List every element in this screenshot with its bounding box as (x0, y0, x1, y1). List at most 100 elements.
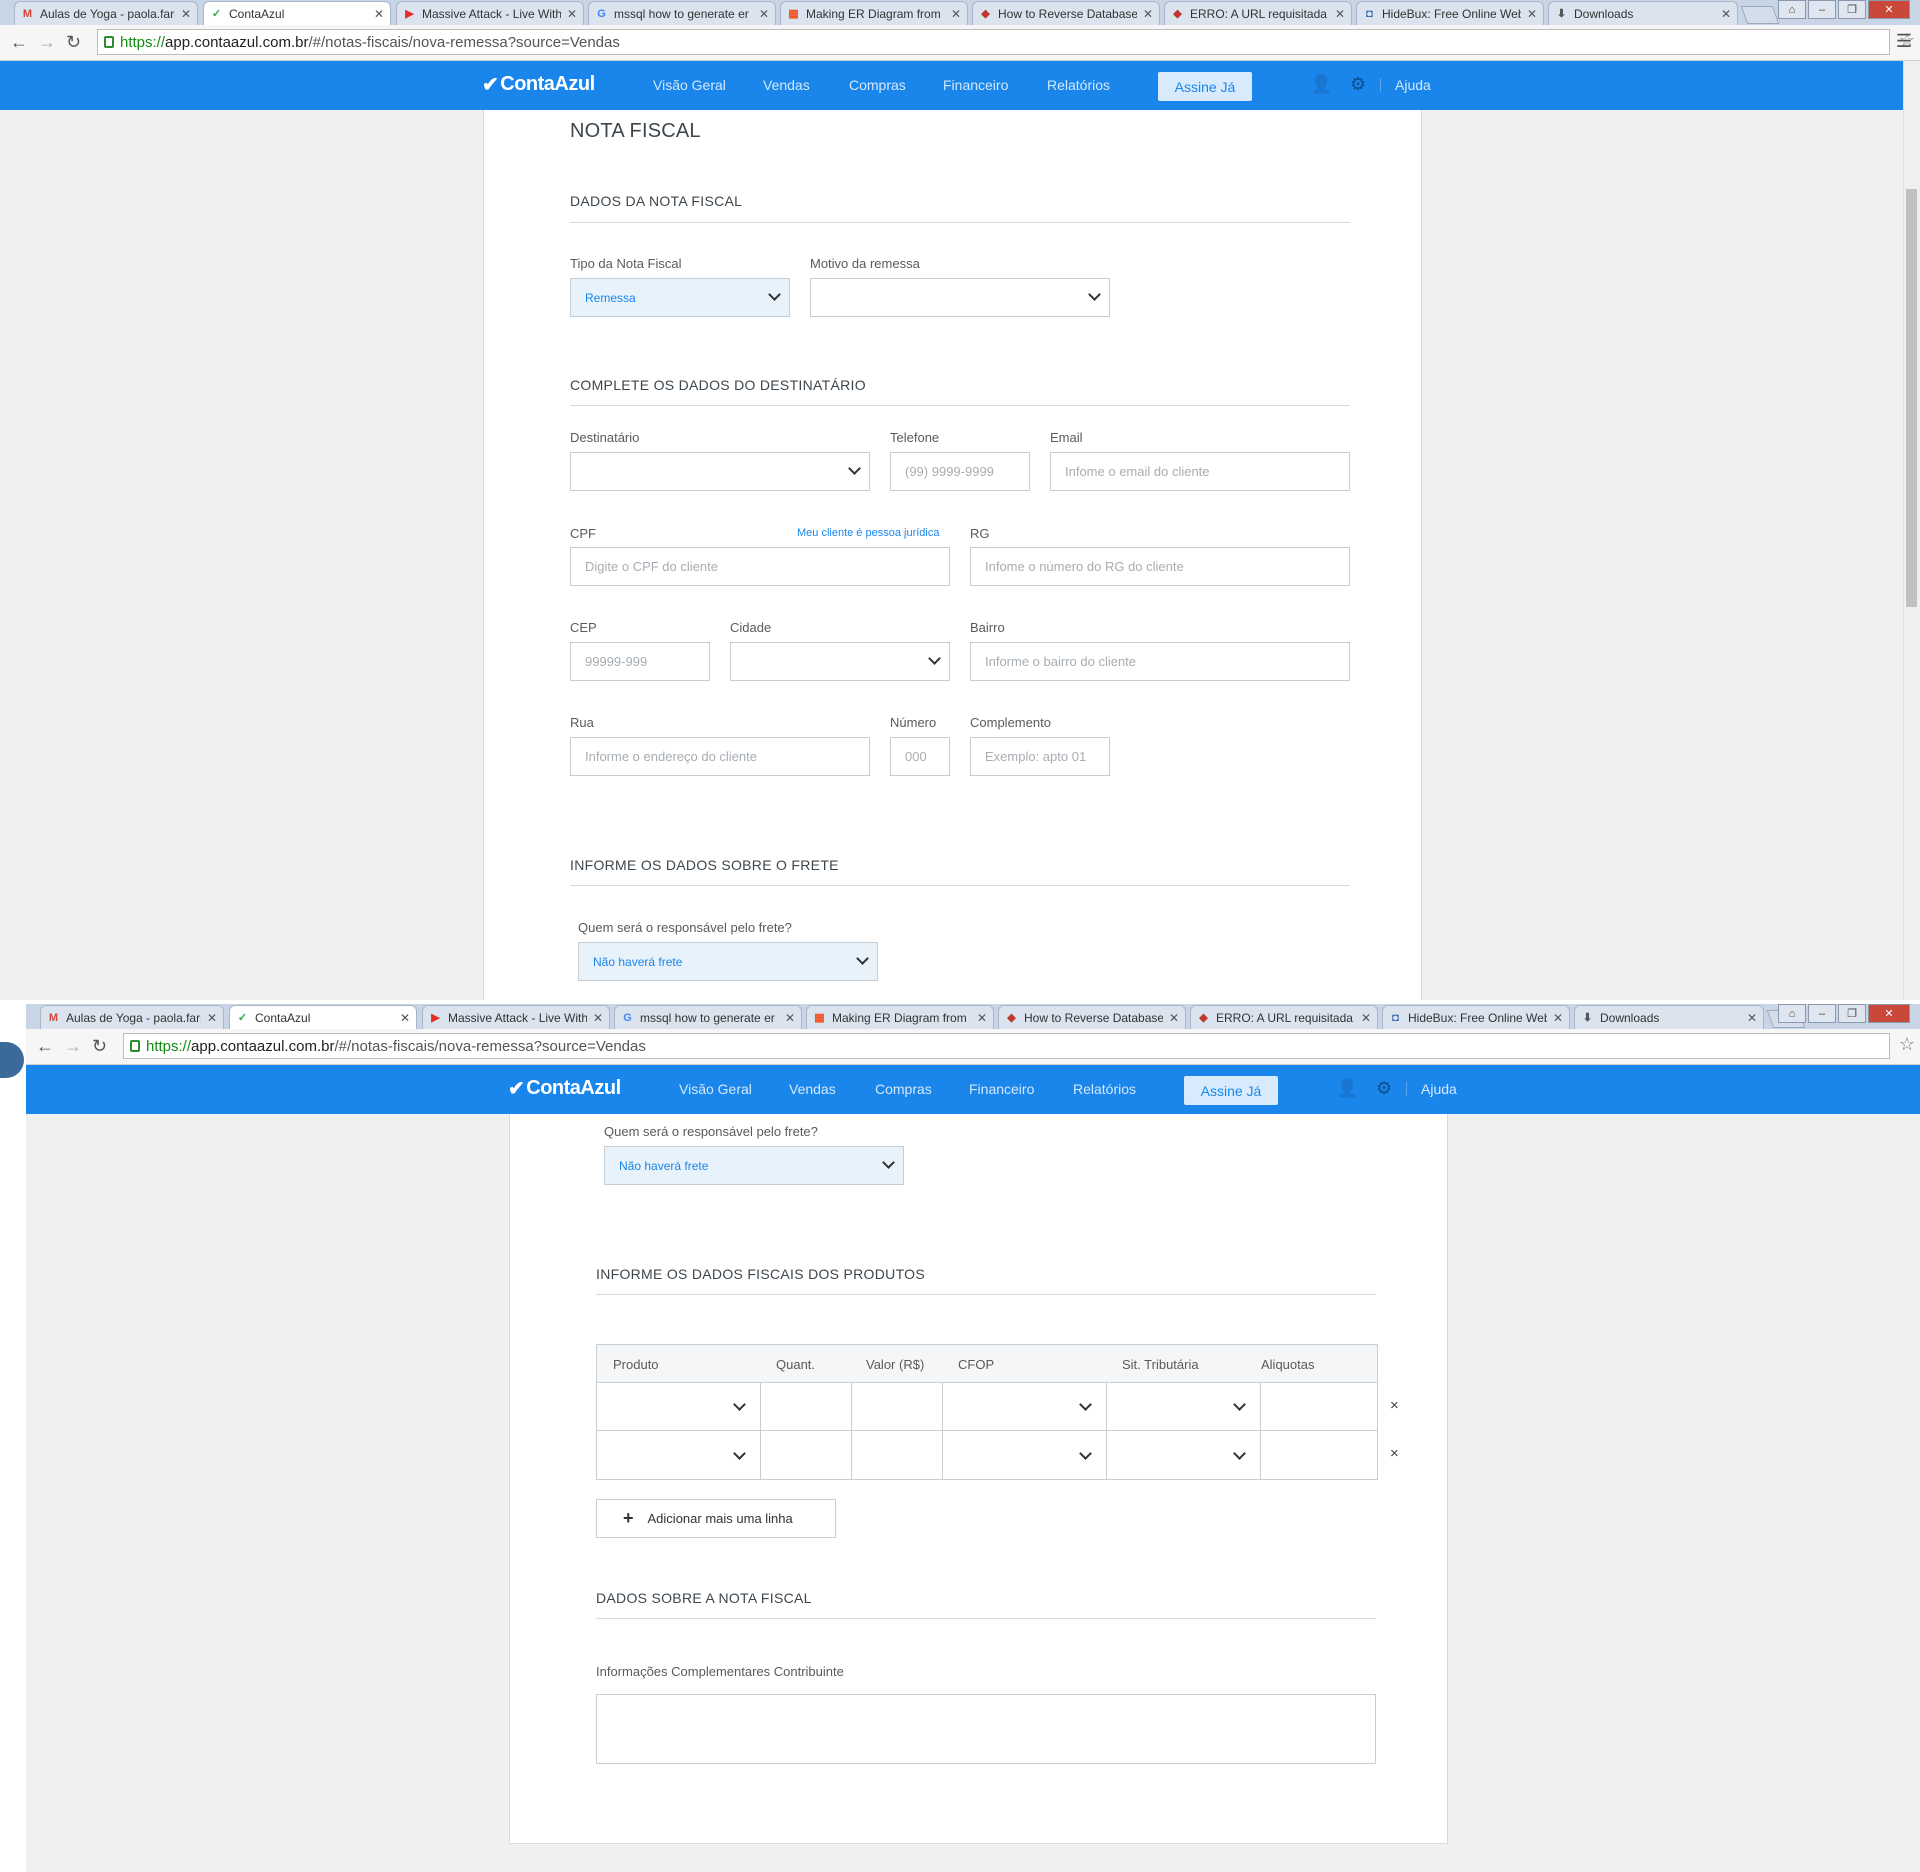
browser-tab[interactable]: ◆ ERRO: A URL requisitada ✕ (1164, 1, 1352, 25)
browser-tab[interactable]: ◘ HideBux: Free Online Web ✕ (1382, 1005, 1570, 1029)
browser-tab[interactable]: ◆ ERRO: A URL requisitada ✕ (1190, 1005, 1378, 1029)
cpf-input[interactable]: Digite o CPF do cliente (570, 547, 950, 586)
back-icon[interactable]: ← (10, 32, 28, 53)
quantidade-input[interactable] (761, 1431, 852, 1479)
aliquotas-input[interactable] (1261, 1431, 1377, 1479)
browser-tab[interactable]: ▶ Massive Attack - Live With ✕ (396, 1, 584, 25)
close-icon[interactable]: ✕ (785, 1011, 795, 1025)
user-icon[interactable]: 👤 (1310, 74, 1332, 95)
browser-tab[interactable]: Gmssql how to generate er ✕ (588, 1, 776, 25)
close-icon[interactable]: ✕ (181, 7, 191, 21)
reload-icon[interactable]: ↻ (92, 1036, 107, 1057)
produto-select[interactable] (597, 1382, 761, 1431)
aliquotas-input[interactable] (1261, 1382, 1377, 1431)
browser-tab[interactable]: ▦ Making ER Diagram from ✕ (806, 1005, 994, 1029)
complemento-input[interactable]: Exemplo: apto 01 (970, 737, 1110, 776)
close-icon[interactable]: ✕ (567, 7, 577, 21)
nav-visao-geral[interactable]: Visão Geral (653, 77, 726, 93)
url-input[interactable]: https://app.contaazul.com.br/#/notas-fis… (123, 1033, 1915, 1059)
bairro-input[interactable]: Informe o bairro do cliente (970, 642, 1350, 681)
nav-compras[interactable]: Compras (849, 77, 906, 93)
close-icon[interactable]: ✕ (400, 1011, 410, 1025)
valor-input[interactable] (852, 1431, 943, 1479)
back-icon[interactable]: ← (36, 1036, 54, 1057)
close-window-button[interactable]: ✕ (1868, 1004, 1910, 1023)
remove-row-icon[interactable]: × (1390, 1397, 1399, 1414)
close-icon[interactable]: ✕ (1527, 7, 1537, 21)
cfop-select[interactable] (943, 1382, 1107, 1431)
gear-icon[interactable]: ⚙ (1376, 1078, 1392, 1099)
nav-vendas[interactable]: Vendas (763, 77, 810, 93)
scrollbar[interactable] (1903, 61, 1920, 1000)
browser-tab[interactable]: Gmssql how to generate er ✕ (614, 1005, 802, 1029)
browser-tab[interactable]: ◘ HideBux: Free Online Web ✕ (1356, 1, 1544, 25)
close-icon[interactable]: ✕ (1721, 7, 1731, 21)
rua-input[interactable]: Informe o endereço do cliente (570, 737, 870, 776)
nav-financeiro[interactable]: Financeiro (943, 77, 1008, 93)
nav-visao-geral[interactable]: Visão Geral (679, 1081, 752, 1097)
user-icon[interactable]: ⌂ (1778, 0, 1806, 19)
browser-tab[interactable]: ⬇ Downloads ✕ (1548, 1, 1738, 25)
nav-vendas[interactable]: Vendas (789, 1081, 836, 1097)
destinatario-select[interactable] (570, 452, 870, 491)
numero-input[interactable]: 000 (890, 737, 950, 776)
url-input[interactable]: https://app.contaazul.com.br/#/notas-fis… (97, 29, 1915, 55)
info-complementares-textarea[interactable] (596, 1694, 1376, 1764)
motivo-remessa-select[interactable] (810, 278, 1110, 317)
assine-button[interactable]: Assine Já (1184, 1076, 1278, 1105)
help-link[interactable]: Ajuda (1395, 77, 1431, 93)
rg-input[interactable]: Infome o número do RG do cliente (970, 547, 1350, 586)
add-line-button[interactable]: + Adicionar mais uma linha (596, 1499, 836, 1538)
nav-compras[interactable]: Compras (875, 1081, 932, 1097)
side-widget[interactable] (0, 1042, 24, 1078)
close-window-button[interactable]: ✕ (1868, 0, 1910, 19)
close-icon[interactable]: ✕ (1335, 7, 1345, 21)
browser-tab[interactable]: ▶ Massive Attack - Live With ✕ (422, 1005, 610, 1029)
browser-tab[interactable]: M Aulas de Yoga - paola.fari ✕ (40, 1005, 224, 1029)
user-icon[interactable]: 👤 (1336, 1078, 1358, 1099)
produto-select[interactable] (597, 1431, 761, 1479)
new-tab-button[interactable] (1740, 6, 1780, 24)
valor-input[interactable] (852, 1382, 943, 1431)
cidade-select[interactable] (730, 642, 950, 681)
forward-icon[interactable]: → (38, 32, 56, 53)
cep-input[interactable]: 99999-999 (570, 642, 710, 681)
close-icon[interactable]: ✕ (951, 7, 961, 21)
close-icon[interactable]: ✕ (1143, 7, 1153, 21)
logo[interactable]: ✔ ContaAzul (508, 1076, 621, 1101)
close-icon[interactable]: ✕ (977, 1011, 987, 1025)
close-icon[interactable]: ✕ (593, 1011, 603, 1025)
cfop-select[interactable] (943, 1431, 1107, 1479)
forward-icon[interactable]: → (64, 1036, 82, 1057)
browser-tab[interactable]: ◆ How to Reverse Database ✕ (998, 1005, 1186, 1029)
sit-tributaria-select[interactable] (1107, 1431, 1261, 1479)
minimize-button[interactable]: – (1808, 1004, 1836, 1023)
restore-button[interactable]: ❐ (1838, 1004, 1866, 1023)
browser-tab[interactable]: ⬇ Downloads ✕ (1574, 1005, 1764, 1029)
close-icon[interactable]: ✕ (1553, 1011, 1563, 1025)
user-icon[interactable]: ⌂ (1778, 1004, 1806, 1023)
browser-tab-active[interactable]: ✓ ContaAzul ✕ (203, 1, 391, 25)
nav-relatorios[interactable]: Relatórios (1073, 1081, 1136, 1097)
assine-button[interactable]: Assine Já (1158, 72, 1252, 101)
browser-tab-active[interactable]: ✓ ContaAzul ✕ (229, 1005, 417, 1029)
browser-tab[interactable]: ◆ How to Reverse Database ✕ (972, 1, 1160, 25)
close-icon[interactable]: ✕ (374, 7, 384, 21)
close-icon[interactable]: ✕ (1361, 1011, 1371, 1025)
close-icon[interactable]: ✕ (207, 1011, 217, 1025)
remove-row-icon[interactable]: × (1390, 1445, 1399, 1462)
help-link[interactable]: Ajuda (1421, 1081, 1457, 1097)
logo[interactable]: ✔ ContaAzul (482, 72, 595, 97)
star-icon[interactable]: ☆ (1899, 1034, 1915, 1055)
nav-relatorios[interactable]: Relatórios (1047, 77, 1110, 93)
frete-select[interactable]: Não haverá frete (604, 1146, 904, 1185)
close-icon[interactable]: ✕ (759, 7, 769, 21)
browser-tab[interactable]: M Aulas de Yoga - paola.fari ✕ (14, 1, 198, 25)
gear-icon[interactable]: ⚙ (1350, 74, 1366, 95)
tipo-nota-select[interactable]: Remessa (570, 278, 790, 317)
close-icon[interactable]: ✕ (1747, 1011, 1757, 1025)
email-input[interactable]: Infome o email do cliente (1050, 452, 1350, 491)
minimize-button[interactable]: – (1808, 0, 1836, 19)
scrollbar-thumb[interactable] (1906, 189, 1917, 607)
telefone-input[interactable]: (99) 9999-9999 (890, 452, 1030, 491)
